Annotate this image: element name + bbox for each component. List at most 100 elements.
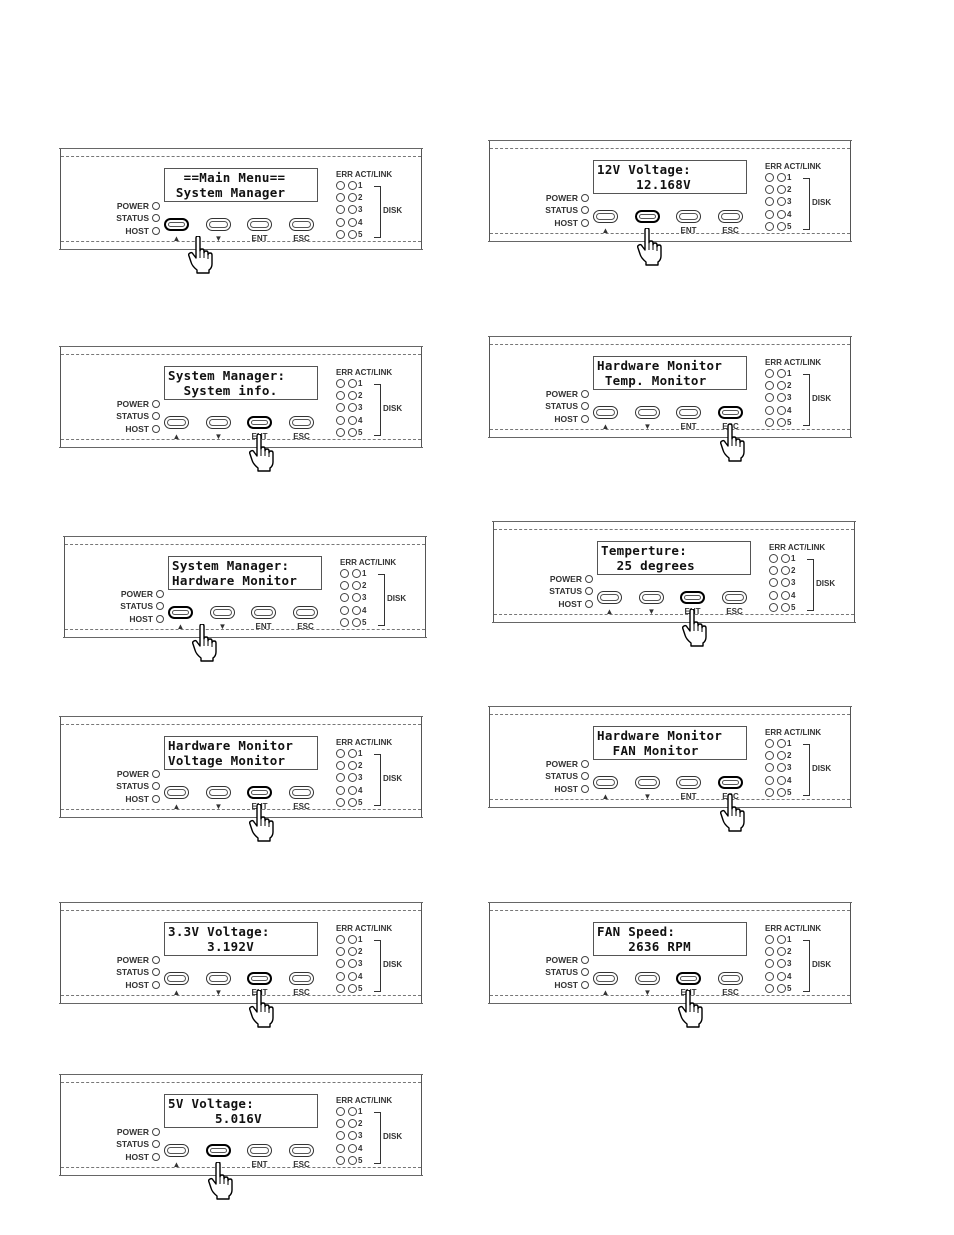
ent-button[interactable] — [251, 606, 276, 619]
down-button[interactable] — [206, 218, 231, 231]
disk-number: 1 — [358, 748, 363, 758]
disk-header: ERR ACT/LINK — [340, 558, 397, 567]
up-button[interactable] — [164, 416, 189, 429]
disk-number: 4 — [362, 605, 367, 615]
act-link-led-icon — [348, 934, 357, 944]
ent-button[interactable] — [247, 218, 272, 231]
disk-label: DISK — [387, 594, 407, 603]
esc-button[interactable] — [289, 972, 314, 985]
up-button[interactable] — [164, 218, 189, 231]
up-button[interactable] — [168, 606, 193, 619]
up-button[interactable] — [164, 972, 189, 985]
lcd-line-1: Hardware Monitor — [168, 738, 294, 753]
up-button-label: ▲ — [605, 607, 614, 616]
up-button[interactable] — [164, 1144, 189, 1157]
esc-button[interactable] — [722, 591, 747, 604]
esc-button[interactable] — [718, 210, 743, 223]
ent-button[interactable] — [247, 786, 272, 799]
err-led-icon — [765, 172, 774, 182]
up-button[interactable] — [593, 972, 618, 985]
up-button[interactable] — [164, 786, 189, 799]
act-link-led-icon — [348, 1106, 357, 1116]
disk-label: DISK — [812, 960, 832, 969]
down-button[interactable] — [635, 972, 660, 985]
disk-number: 1 — [358, 378, 363, 388]
esc-button[interactable] — [289, 218, 314, 231]
esc-button[interactable] — [293, 606, 318, 619]
ent-button[interactable] — [676, 776, 701, 789]
disk-number: 1 — [787, 738, 792, 748]
ent-button[interactable] — [676, 210, 701, 223]
disk-row: 1 — [763, 933, 835, 945]
ent-button[interactable] — [247, 1144, 272, 1157]
disk-row: 4 — [334, 970, 406, 982]
lcd-panel-voltage-5v: 5V Voltage: 5.016VPOWERSTATUSHOST▲▼ENTES… — [59, 1074, 423, 1200]
disk-number: 5 — [787, 417, 792, 427]
act-link-led-icon — [352, 593, 361, 603]
disk-row: 1 — [334, 933, 406, 945]
disk-row: 2 — [763, 945, 835, 957]
down-button[interactable] — [639, 591, 664, 604]
err-led-icon — [765, 971, 774, 981]
lcd-display: Hardware Monitor Temp. Monitor — [593, 356, 747, 390]
disk-row: 4 — [763, 404, 835, 416]
led-indicator-icon — [152, 214, 160, 223]
esc-button[interactable] — [289, 416, 314, 429]
down-button[interactable] — [635, 776, 660, 789]
disk-row: 4 — [763, 774, 835, 786]
status-leds: POWER STATUS HOST — [80, 398, 160, 435]
act-link-led-icon — [777, 209, 786, 219]
lcd-panel-fan-monitor: Hardware Monitor FAN Monitor POWER STATUS H… — [488, 706, 852, 832]
ent-button[interactable] — [247, 416, 272, 429]
esc-button[interactable] — [289, 1144, 314, 1157]
led-indicator-icon — [581, 772, 589, 781]
err-led-icon — [765, 368, 774, 378]
down-button[interactable] — [635, 406, 660, 419]
ent-button[interactable] — [676, 972, 701, 985]
ent-button[interactable] — [676, 406, 701, 419]
led-row-status: STATUS — [84, 600, 164, 612]
err-led-icon — [336, 205, 345, 215]
down-button[interactable] — [206, 1144, 231, 1157]
led-row-power: POWER — [80, 398, 160, 410]
led-label: POWER — [116, 201, 149, 212]
down-button[interactable] — [206, 786, 231, 799]
esc-button[interactable] — [289, 786, 314, 799]
disk-row: 5 — [334, 1154, 406, 1166]
lcd-display: 5V Voltage: 5.016V — [164, 1094, 318, 1128]
down-button[interactable] — [206, 416, 231, 429]
act-link-led-icon — [777, 763, 786, 773]
down-button[interactable] — [635, 210, 660, 223]
up-button[interactable] — [593, 406, 618, 419]
frame-line — [61, 910, 421, 911]
led-label: HOST — [554, 979, 578, 990]
disk-number: 2 — [358, 946, 363, 956]
led-label: POWER — [116, 955, 149, 966]
led-row-power: POWER — [80, 768, 160, 780]
ent-button[interactable] — [680, 591, 705, 604]
led-row-status: STATUS — [513, 585, 593, 597]
esc-button[interactable] — [718, 776, 743, 789]
esc-button[interactable] — [718, 972, 743, 985]
up-button[interactable] — [593, 210, 618, 223]
down-button[interactable] — [206, 972, 231, 985]
led-label: STATUS — [549, 586, 582, 597]
frame-line — [490, 344, 850, 345]
disk-number: 4 — [787, 209, 792, 219]
act-link-led-icon — [777, 380, 786, 390]
up-button[interactable] — [597, 591, 622, 604]
led-row-power: POWER — [80, 954, 160, 966]
up-button[interactable] — [593, 776, 618, 789]
err-led-icon — [769, 565, 778, 575]
down-button-label: ▼ — [643, 988, 652, 997]
down-button[interactable] — [210, 606, 235, 619]
led-label: HOST — [125, 979, 149, 990]
err-led-icon — [765, 184, 774, 194]
led-indicator-icon — [152, 968, 160, 977]
esc-button-label: ESC — [293, 432, 310, 441]
disk-leds: ERR ACT/LINK 1 2 3 4 5 DISK — [767, 543, 839, 613]
frame-line — [61, 995, 421, 996]
ent-button[interactable] — [247, 972, 272, 985]
esc-button[interactable] — [718, 406, 743, 419]
disk-header: ERR ACT/LINK — [336, 368, 393, 377]
